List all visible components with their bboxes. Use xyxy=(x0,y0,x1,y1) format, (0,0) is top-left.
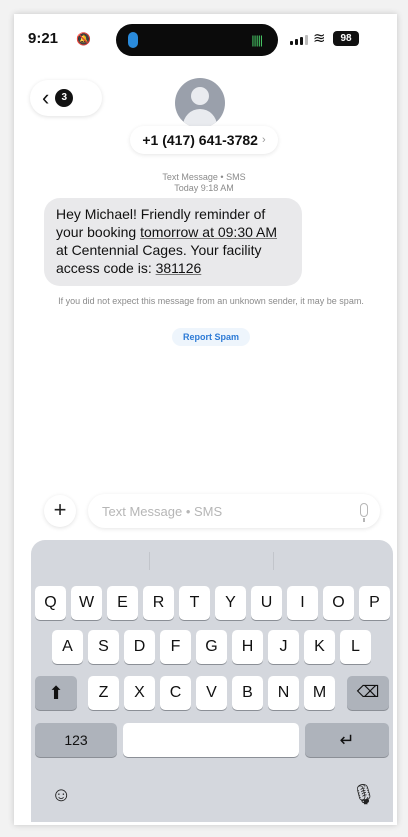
microphone-icon[interactable]: 🎙 xyxy=(351,782,376,807)
key-c[interactable]: C xyxy=(160,676,191,710)
key-s[interactable]: S xyxy=(88,630,119,664)
battery-icon: 98 xyxy=(333,31,359,46)
return-key[interactable]: ↵ xyxy=(305,723,389,757)
suggestion-divider xyxy=(273,552,274,570)
key-b[interactable]: B xyxy=(232,676,263,710)
keyboard: Q W E R T Y U I O P A S D F G H J K L ⬆ … xyxy=(31,540,393,822)
shift-icon: ⬆ xyxy=(48,683,64,703)
silent-bell-icon: 🔕 xyxy=(76,32,91,46)
message-service-label: Text Message • SMS xyxy=(162,172,246,182)
backspace-key[interactable]: ⌫ xyxy=(347,676,389,710)
chevron-left-icon: ‹ xyxy=(42,85,50,110)
chevron-right-icon: › xyxy=(261,134,266,146)
key-q[interactable]: Q xyxy=(35,586,66,620)
wifi-icon: ≋ xyxy=(313,30,326,47)
key-n[interactable]: N xyxy=(268,676,299,710)
contact-avatar[interactable] xyxy=(175,78,225,128)
key-o[interactable]: O xyxy=(323,586,354,620)
key-x[interactable]: X xyxy=(124,676,155,710)
key-w[interactable]: W xyxy=(71,586,102,620)
spam-warning: If you did not expect this message from … xyxy=(58,296,364,306)
key-r[interactable]: R xyxy=(143,586,174,620)
key-d[interactable]: D xyxy=(124,630,155,664)
numbers-key[interactable]: 123 xyxy=(35,723,117,757)
unread-count-badge: 3 xyxy=(55,89,74,107)
key-g[interactable]: G xyxy=(196,630,227,664)
key-m[interactable]: M xyxy=(304,676,335,710)
key-h[interactable]: H xyxy=(232,630,263,664)
key-e[interactable]: E xyxy=(107,586,138,620)
key-u[interactable]: U xyxy=(251,586,282,620)
key-l[interactable]: L xyxy=(340,630,371,664)
code-link[interactable]: 381126 xyxy=(156,260,202,276)
key-z[interactable]: Z xyxy=(88,676,119,710)
date-link[interactable]: tomorrow at 09:30 AM xyxy=(140,224,277,240)
key-y[interactable]: Y xyxy=(215,586,246,620)
space-key[interactable] xyxy=(123,723,299,757)
message-timestamp: Today 9:18 AM xyxy=(174,183,234,193)
key-t[interactable]: T xyxy=(179,586,210,620)
key-j[interactable]: J xyxy=(268,630,299,664)
audio-wave-icon: ||||| xyxy=(251,33,263,47)
key-p[interactable]: P xyxy=(359,586,390,620)
add-attachment-button[interactable]: + xyxy=(44,495,76,527)
shift-key[interactable]: ⬆ xyxy=(35,676,77,710)
status-time: 9:21 xyxy=(28,30,59,47)
key-a[interactable]: A xyxy=(52,630,83,664)
message-input[interactable] xyxy=(102,503,342,519)
backspace-icon: ⌫ xyxy=(356,684,380,701)
back-button[interactable]: ‹ 3 xyxy=(30,80,102,116)
message-input-field[interactable] xyxy=(88,494,380,528)
cellular-signal-icon xyxy=(290,35,308,45)
return-icon: ↵ xyxy=(339,730,355,750)
contact-number: +1 (417) 641-3782 xyxy=(142,132,258,148)
key-v[interactable]: V xyxy=(196,676,227,710)
microphone-icon[interactable] xyxy=(360,503,368,522)
suggestion-divider xyxy=(149,552,150,570)
contact-name-button[interactable]: +1 (417) 641-3782 › xyxy=(130,126,278,154)
report-spam-button[interactable]: Report Spam xyxy=(172,328,250,346)
key-i[interactable]: I xyxy=(287,586,318,620)
message-bubble[interactable]: Hey Michael! Friendly reminder of your b… xyxy=(44,198,302,286)
microphone-activity-icon xyxy=(128,32,138,48)
emoji-icon[interactable]: ☺ xyxy=(51,784,71,807)
dynamic-island: ||||| xyxy=(116,24,278,56)
key-k[interactable]: K xyxy=(304,630,335,664)
key-f[interactable]: F xyxy=(160,630,191,664)
